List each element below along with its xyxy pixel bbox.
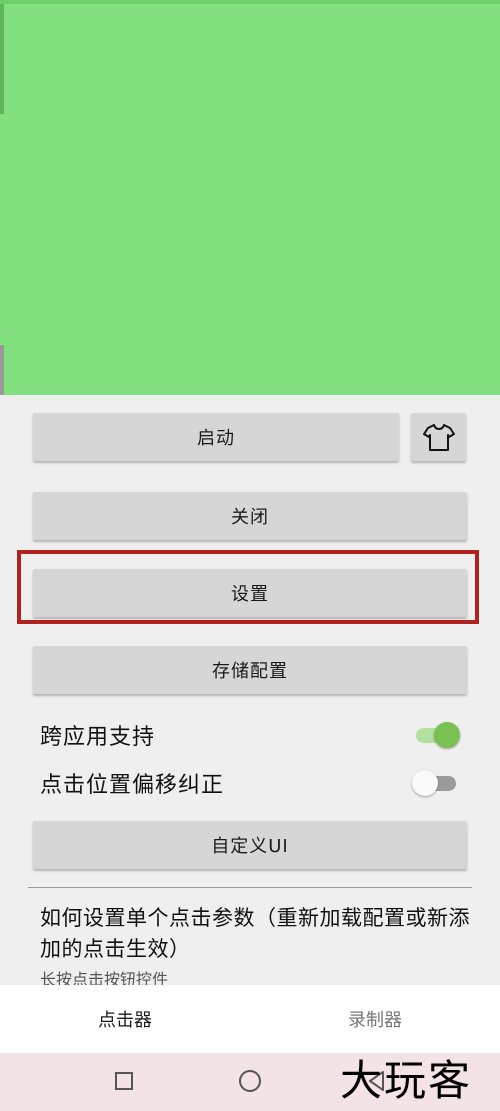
help-subtitle: 长按点击按钮控件 [40,970,169,985]
banner-edge-left-lower [0,345,4,395]
banner-edge-left [0,4,4,114]
save-config-button[interactable]: 存储配置 [33,646,467,694]
cross-app-switch[interactable] [412,720,460,750]
switch-thumb [434,722,460,748]
click-offset-row: 点击位置偏移纠正 [40,763,460,803]
watermark-logo: 大玩客 [340,1056,473,1105]
top-banner [0,0,500,395]
click-offset-switch[interactable] [412,768,460,798]
recents-square-icon[interactable] [115,1072,133,1090]
shirt-icon [422,424,455,451]
banner-edge [0,0,500,4]
click-offset-label: 点击位置偏移纠正 [40,773,225,798]
bottom-nav: 点击器 录制器 [0,985,500,1053]
tab-recorder[interactable]: 录制器 [250,985,500,1053]
start-button[interactable]: 启动 [33,413,399,461]
system-nav-bar: 大玩客 [0,1053,500,1111]
help-title: 如何设置单个点击参数（重新加载配置或新添加的点击生效） [40,906,470,961]
cross-app-label: 跨应用支持 [40,725,156,750]
close-button[interactable]: 关闭 [33,492,467,540]
theme-button[interactable] [411,413,466,461]
main-content: 启动 关闭 设置 存储配置 跨应用支持 点击位置偏移纠正 自定义UI 如何设置单… [0,395,500,985]
switch-thumb [412,770,438,796]
home-circle-icon[interactable] [239,1070,261,1092]
cross-app-row: 跨应用支持 [40,715,460,755]
tab-clicker[interactable]: 点击器 [0,985,250,1053]
custom-ui-button[interactable]: 自定义UI [33,821,467,869]
settings-button[interactable]: 设置 [33,569,467,617]
divider [28,887,472,888]
